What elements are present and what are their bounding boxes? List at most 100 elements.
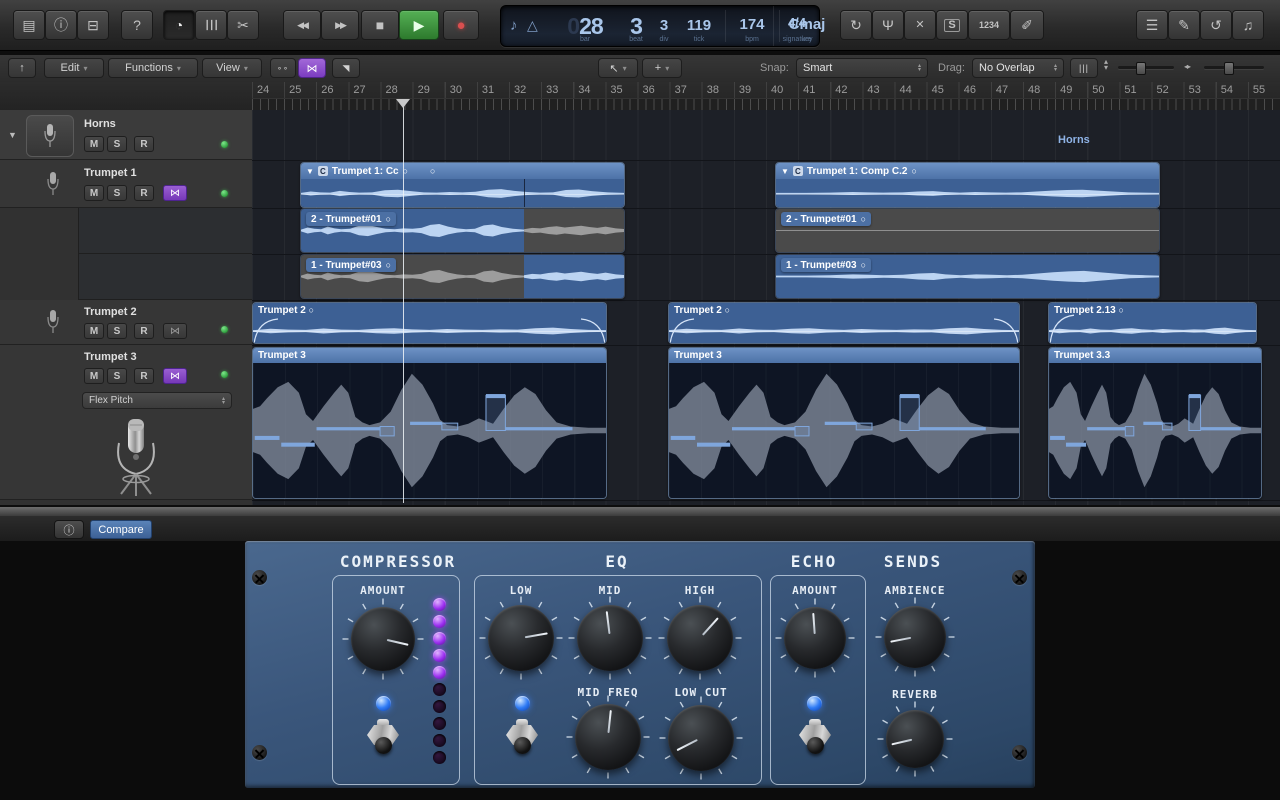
fade-out-curve[interactable]	[581, 318, 605, 344]
playhead-handle[interactable]	[396, 99, 410, 108]
stop-button[interactable]: ■	[361, 10, 399, 40]
fade-in-curve[interactable]	[1050, 314, 1074, 344]
eq-low-cut-knob[interactable]	[668, 705, 734, 771]
take-active-segment[interactable]	[524, 255, 625, 298]
compare-button[interactable]: Compare	[90, 520, 152, 539]
note-pads-button[interactable]: ✎	[1168, 10, 1200, 40]
quick-help-button[interactable]: ?	[121, 10, 153, 40]
region-trumpet3-c[interactable]: Trumpet 3.3	[1048, 347, 1262, 499]
plugin-info-button[interactable]: ⓘ	[54, 520, 84, 539]
record-enable-button[interactable]: R	[134, 368, 154, 384]
mute-button[interactable]: M	[84, 323, 104, 339]
region-header[interactable]: Trumpet 3	[253, 348, 606, 363]
disclosure-icon[interactable]: ▼	[8, 130, 17, 140]
region-trumpet2-b[interactable]: Trumpet 2 ○	[668, 302, 1020, 344]
record-button[interactable]: ●	[443, 10, 479, 40]
eq-high-knob[interactable]	[667, 605, 733, 671]
waveform-zoom-button[interactable]: |||	[1070, 58, 1098, 78]
take-region[interactable]: 1 - Trumpet#03○	[300, 254, 625, 299]
compressor-toggle-switch[interactable]	[366, 719, 400, 757]
drag-dropdown[interactable]: No Overlap ▴▾	[972, 58, 1064, 78]
automation-button[interactable]: ∘∘	[270, 58, 296, 78]
mute-button[interactable]: M	[84, 136, 104, 152]
take-region[interactable]: 2 - Trumpet#01○	[775, 208, 1160, 253]
solo-button[interactable]: S	[936, 10, 968, 40]
fade-out-curve[interactable]	[994, 318, 1018, 344]
eq-mid-knob[interactable]	[577, 605, 643, 671]
playhead[interactable]	[403, 99, 404, 503]
cycle-button[interactable]: ↻	[840, 10, 872, 40]
media-browser-button[interactable]: ♫	[1232, 10, 1264, 40]
fade-in-curve[interactable]	[670, 318, 694, 344]
flex-pitch-body[interactable]	[1049, 363, 1261, 498]
take-name-chip[interactable]: 2 - Trumpet#01○	[781, 212, 871, 226]
lcd-display[interactable]: ♪ △ 028 bar 3 beat 3 div 119 tick 174 bp…	[500, 5, 820, 47]
flex-button[interactable]: ⋈	[298, 58, 326, 78]
solo-button[interactable]: S	[107, 368, 127, 384]
track-name[interactable]: Horns	[84, 118, 116, 130]
take-lane-header[interactable]	[78, 254, 252, 300]
eq-toggle-switch[interactable]	[505, 719, 539, 757]
region-trumpet3-a[interactable]: Trumpet 3	[252, 347, 607, 499]
take-name-chip[interactable]: 1 - Trumpet#03○	[781, 258, 871, 272]
functions-menu[interactable]: Functions▾	[108, 58, 198, 78]
command-tool-menu[interactable]: +▾	[642, 58, 682, 78]
record-enable-button[interactable]: R	[134, 136, 154, 152]
metronome-click-button[interactable]: ✐	[1010, 10, 1044, 40]
take-folder-header[interactable]: ▼ C Trumpet 1: Cc ○ ○	[301, 163, 624, 179]
flex-mode-dropdown[interactable]: Flex Pitch ▴▾	[82, 392, 232, 409]
solo-button[interactable]: S	[107, 136, 127, 152]
take-folder-region[interactable]: ▼ C Trumpet 1: Comp C.2 ○	[775, 162, 1160, 208]
echo-amount-knob[interactable]	[784, 607, 846, 669]
tuner-button[interactable]: Ψ	[872, 10, 904, 40]
toolbar-button[interactable]: ⊟	[77, 10, 109, 40]
take-lane-header[interactable]	[78, 208, 252, 254]
region-trumpet2-a[interactable]: Trumpet 2 ○	[252, 302, 607, 344]
horizontal-zoom-thumb[interactable]	[1224, 62, 1234, 75]
horizontal-zoom-slider[interactable]	[1204, 66, 1264, 69]
flex-pitch-body[interactable]	[253, 363, 606, 498]
flex-pitch-body[interactable]	[669, 363, 1019, 498]
flex-toggle[interactable]: ⋈	[163, 323, 187, 339]
smart-controls-button[interactable]: ◔	[163, 10, 195, 40]
solo-button[interactable]: S	[107, 185, 127, 201]
count-in-button[interactable]: 1234	[968, 10, 1010, 40]
take-name-chip[interactable]: 1 - Trumpet#03○	[306, 258, 396, 272]
vertical-zoom-slider[interactable]	[1118, 66, 1174, 69]
hide-inspector-button[interactable]: ↑	[8, 58, 36, 78]
inspector-button[interactable]: ⓘ	[45, 10, 77, 40]
mute-button[interactable]: M	[84, 185, 104, 201]
rewind-button[interactable]: ◀◀	[283, 10, 321, 40]
list-editors-button[interactable]: ☰	[1136, 10, 1168, 40]
loop-icon[interactable]: ○	[430, 166, 435, 176]
loop-browser-button[interactable]: ↺	[1200, 10, 1232, 40]
solo-button[interactable]: S	[107, 323, 127, 339]
track-header-trumpet-1[interactable]: Trumpet 1 M S R ⋈	[0, 160, 252, 208]
take-name-chip[interactable]: 2 - Trumpet#01○	[306, 212, 396, 226]
mixer-button[interactable]: ☰	[195, 10, 227, 40]
arrange-area[interactable]: Horns ▼ C Trumpet 1: Cc ○ ○ 2 - Trumpet#…	[252, 110, 1280, 505]
edit-menu[interactable]: Edit▾	[44, 58, 104, 78]
track-header-trumpet-3[interactable]: Trumpet 3 M S R ⋈ Flex Pitch ▴▾	[0, 345, 252, 500]
compressor-amount-knob[interactable]	[351, 607, 415, 671]
sends-reverb-knob[interactable]	[886, 710, 944, 768]
region-trumpet2-c[interactable]: Trumpet 2.13 ○	[1048, 302, 1257, 344]
track-header-horns[interactable]: ▼ Horns M S R	[0, 110, 252, 160]
play-button[interactable]: ▶	[399, 10, 439, 40]
bar-ruler[interactable]: 2425262728293031323334353637383940414243…	[0, 82, 1280, 111]
take-region[interactable]: 2 - Trumpet#01○	[300, 208, 625, 253]
eq-low-knob[interactable]	[488, 605, 554, 671]
echo-toggle-switch[interactable]	[798, 719, 832, 757]
record-enable-button[interactable]: R	[134, 185, 154, 201]
region-header[interactable]: Trumpet 3	[669, 348, 1019, 363]
take-inactive-segment[interactable]	[524, 209, 625, 252]
take-folder-header[interactable]: ▼ C Trumpet 1: Comp C.2 ○	[776, 163, 1159, 179]
editors-button[interactable]: ✂	[227, 10, 259, 40]
snap-dropdown[interactable]: Smart ▴▾	[796, 58, 928, 78]
catch-playhead-button[interactable]: ◥	[332, 58, 360, 78]
flex-toggle[interactable]: ⋈	[163, 368, 187, 384]
pointer-tool-menu[interactable]: ↖▾	[598, 58, 638, 78]
track-header-trumpet-2[interactable]: Trumpet 2 M S R ⋈	[0, 300, 252, 345]
track-name[interactable]: Trumpet 3	[84, 351, 137, 363]
eq-mid-freq-knob[interactable]	[575, 704, 641, 770]
